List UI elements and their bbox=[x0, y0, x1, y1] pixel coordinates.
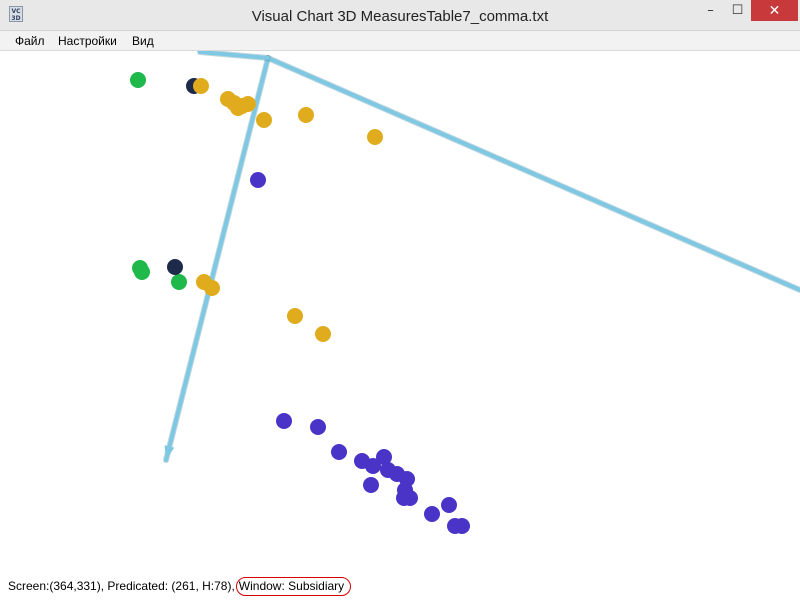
data-point-violet-14[interactable] bbox=[424, 506, 440, 522]
data-point-gold-8[interactable] bbox=[367, 129, 383, 145]
data-point-violet-0[interactable] bbox=[250, 172, 266, 188]
status-bar: Screen:(364,331), Predicated: (261, H:78… bbox=[0, 573, 800, 600]
menu-bar: Файл Настройки Вид bbox=[0, 31, 800, 51]
status-window-label: Window: Subsidiary bbox=[235, 577, 352, 596]
axis-line-0 bbox=[164, 56, 270, 462]
data-point-violet-17[interactable] bbox=[454, 518, 470, 534]
data-point-violet-3[interactable] bbox=[331, 444, 347, 460]
data-point-green-0[interactable] bbox=[130, 72, 146, 88]
data-point-gold-6[interactable] bbox=[256, 112, 272, 128]
status-text: Screen:(364,331), Predicated: (261, H:78… bbox=[8, 577, 352, 596]
data-point-gold-7[interactable] bbox=[298, 107, 314, 123]
data-point-gold-11[interactable] bbox=[287, 308, 303, 324]
title-bar[interactable]: VC 3D Visual Chart 3D MeasuresTable7_com… bbox=[0, 0, 800, 31]
data-point-green-2[interactable] bbox=[134, 264, 150, 280]
data-point-gold-10[interactable] bbox=[204, 280, 220, 296]
data-point-green-3[interactable] bbox=[171, 274, 187, 290]
chart-canvas[interactable] bbox=[0, 49, 800, 573]
close-button[interactable]: ✕ bbox=[751, 0, 798, 21]
axis-line-1 bbox=[266, 56, 800, 292]
window-title: Visual Chart 3D MeasuresTable7_comma.txt bbox=[251, 8, 549, 25]
menu-view[interactable]: Вид bbox=[132, 34, 154, 48]
data-point-violet-13[interactable] bbox=[402, 490, 418, 506]
data-point-violet-1[interactable] bbox=[276, 413, 292, 429]
data-point-violet-15[interactable] bbox=[441, 497, 457, 513]
minimize-button[interactable]: – bbox=[697, 0, 724, 21]
menu-file[interactable]: Файл bbox=[15, 34, 45, 48]
data-point-gold-12[interactable] bbox=[315, 326, 331, 342]
data-point-gold-0[interactable] bbox=[193, 78, 209, 94]
status-coordinates: Screen:(364,331), Predicated: (261, H:78… bbox=[8, 579, 235, 593]
data-point-violet-2[interactable] bbox=[310, 419, 326, 435]
maximize-button[interactable]: ☐ bbox=[724, 0, 751, 21]
menu-settings[interactable]: Настройки bbox=[58, 34, 117, 48]
data-point-navy-1[interactable] bbox=[167, 259, 183, 275]
scatter-3d-plot[interactable] bbox=[0, 49, 800, 573]
data-point-violet-10[interactable] bbox=[363, 477, 379, 493]
data-point-gold-5[interactable] bbox=[240, 96, 256, 112]
